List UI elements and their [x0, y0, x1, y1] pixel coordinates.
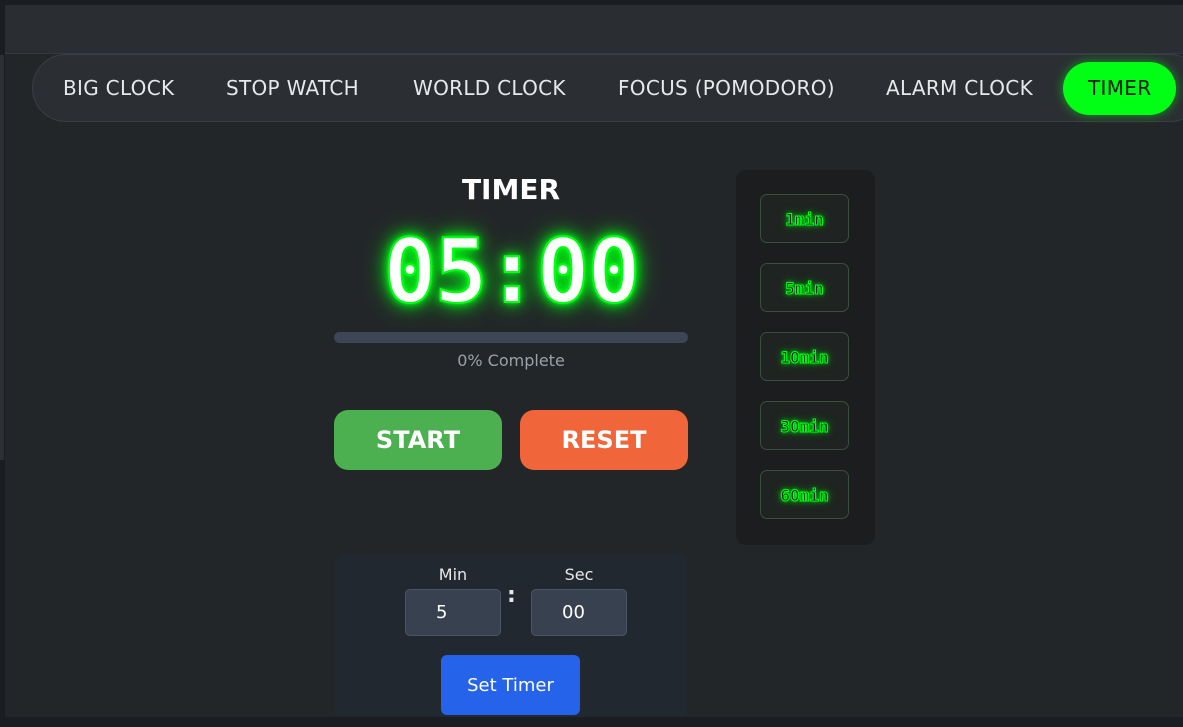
window-edge	[0, 55, 4, 460]
time-separator: :	[507, 583, 516, 608]
preset-5min-button[interactable]: 5min	[760, 263, 849, 312]
preset-60min-button[interactable]: 60min	[760, 470, 849, 519]
set-timer-button[interactable]: Set Timer	[441, 655, 580, 715]
nav-item-timer[interactable]: TIMER	[1063, 62, 1177, 115]
minutes-input[interactable]	[405, 589, 501, 636]
app-window: BIG CLOCK STOP WATCH WORLD CLOCK FOCUS (…	[5, 5, 1183, 717]
seconds-input[interactable]	[531, 589, 627, 636]
start-button[interactable]: START	[334, 410, 502, 470]
nav-item-stop-watch[interactable]: STOP WATCH	[226, 55, 359, 121]
progress-text: 0% Complete	[457, 351, 565, 370]
sec-label: Sec	[564, 565, 594, 584]
preset-panel: 1min 5min 10min 30min 60min	[736, 170, 875, 545]
top-bar	[5, 5, 1183, 54]
timer-title: TIMER	[461, 173, 561, 206]
nav-item-focus-pomodoro[interactable]: FOCUS (POMODORO)	[618, 55, 835, 121]
progress-bar	[334, 332, 688, 343]
timer-display: 05:00	[383, 219, 642, 324]
nav-item-world-clock[interactable]: WORLD CLOCK	[413, 55, 566, 121]
reset-button[interactable]: RESET	[520, 410, 688, 470]
custom-timer-panel: Min Sec : Set Timer	[335, 553, 687, 717]
preset-30min-button[interactable]: 30min	[760, 401, 849, 450]
min-label: Min	[438, 565, 468, 584]
mode-nav: BIG CLOCK STOP WATCH WORLD CLOCK FOCUS (…	[32, 54, 1183, 122]
nav-item-alarm-clock[interactable]: ALARM CLOCK	[886, 55, 1033, 121]
nav-item-big-clock[interactable]: BIG CLOCK	[63, 55, 174, 121]
preset-1min-button[interactable]: 1min	[760, 194, 849, 243]
preset-10min-button[interactable]: 10min	[760, 332, 849, 381]
